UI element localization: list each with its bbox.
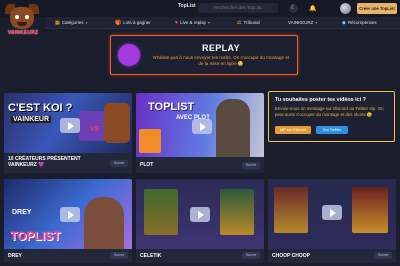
top-bar: TopList ☾ 🔔 Créer une TopList	[0, 0, 400, 17]
follow-button[interactable]: Suivre	[110, 252, 128, 259]
card-title: DREY	[8, 253, 22, 259]
video-thumbnail[interactable]: TOPLIST AVEC PLOT	[136, 93, 264, 157]
thumbnail-title: TOPLIST	[10, 229, 61, 243]
cta-text: Envoie-nous un message sur Discord ou Tw…	[275, 106, 384, 117]
nav-item-vainkeurz[interactable]: VAINKEURZ ▾	[288, 19, 317, 27]
nav-item-label: Tribunal	[243, 20, 260, 25]
replay-banner: REPLAY N'hésite pas à nous envoyer tes r…	[110, 35, 298, 75]
card-info: PLOT Suivre	[136, 157, 264, 173]
card-title: PLOT	[140, 162, 154, 168]
card-info: 10 CRÉATEURS PRÉSENTENT VAINKEURZ 💜 Suiv…	[4, 153, 132, 173]
thumbnail-title: TOPLIST	[148, 101, 195, 113]
nav-item-categories[interactable]: ▦ Catégories ▾	[55, 19, 88, 27]
chevron-down-icon: ▾	[207, 20, 210, 25]
logo-wordmark: VAINKEURZ	[7, 30, 39, 36]
cta-title: Tu souhaites poster tes vidéos ici ?	[275, 97, 366, 103]
video-thumbnail[interactable]: DREY TOPLIST	[4, 179, 132, 249]
site-name[interactable]: TopList	[178, 3, 196, 9]
gift-icon: 🎁	[115, 20, 122, 26]
video-card[interactable]: CELETIK Suivre	[136, 179, 264, 263]
play-icon[interactable]	[192, 119, 212, 134]
nav-item-lots[interactable]: 🎁 Lots à gagner	[115, 19, 151, 27]
replay-title: REPLAY	[201, 43, 241, 53]
play-icon[interactable]	[322, 205, 342, 220]
video-card[interactable]: DREY TOPLIST DREY Suivre	[4, 179, 132, 263]
play-icon[interactable]	[60, 207, 80, 222]
chevron-down-icon: ▾	[315, 20, 318, 25]
thumbnail-title: C'EST KOI ?	[8, 102, 73, 114]
follow-button[interactable]: Suivre	[242, 252, 260, 259]
nav-item-label: Catégories	[61, 20, 84, 25]
cta-box: Tu souhaites poster tes vidéos ici ? Env…	[268, 91, 395, 142]
main-nav: ▦ Catégories ▾ 🎁 Lots à gagner ♥ Live & …	[45, 17, 400, 29]
grid-icon: ▦	[55, 20, 60, 26]
nav-item-label: Lots à gagner	[123, 20, 151, 25]
nav-item-label: Live & replay	[179, 20, 206, 25]
twitter-button[interactable]: Sur Twitter	[316, 126, 348, 134]
thumbnail-subtitle: VAINKEUR	[11, 116, 52, 123]
nav-item-recompenses[interactable]: ◆ Récompenses	[342, 19, 377, 27]
nav-item-tribunal[interactable]: ⚖ Tribunal	[237, 19, 260, 27]
thumbnail-subtitle: DREY	[12, 209, 32, 216]
nav-item-label: Récompenses	[347, 20, 377, 25]
record-icon	[118, 44, 140, 66]
search-input[interactable]	[198, 3, 278, 13]
heart-icon: ♥	[175, 20, 178, 26]
card-title: 10 CRÉATEURS PRÉSENTENT VAINKEURZ 💜	[8, 156, 81, 168]
card-info: CHOOP CHOOP Suivre	[268, 249, 396, 263]
card-info: CELETIK Suivre	[136, 249, 264, 263]
video-card[interactable]: TOPLIST AVEC PLOT PLOT Suivre	[136, 93, 264, 173]
create-toplist-button[interactable]: Créer une TopList	[357, 3, 397, 14]
follow-button[interactable]: Suivre	[374, 252, 392, 259]
play-icon[interactable]	[190, 207, 210, 222]
play-icon[interactable]	[60, 118, 80, 133]
card-title: CHOOP CHOOP	[272, 253, 310, 259]
replay-subtitle: N'hésite pas à nous envoyer tes rushs. O…	[152, 55, 290, 66]
moon-icon[interactable]: ☾	[289, 4, 298, 13]
video-thumbnail[interactable]	[268, 179, 396, 249]
logo[interactable]: VAINKEURZ	[2, 3, 42, 41]
video-thumbnail[interactable]	[136, 179, 264, 249]
card-title: CELETIK	[140, 253, 162, 259]
nav-item-live-replay[interactable]: ♥ Live & replay ▾	[175, 19, 210, 27]
video-thumbnail[interactable]: C'EST KOI ? VAINKEUR VS	[4, 93, 132, 153]
card-info: DREY Suivre	[4, 249, 132, 263]
thumbnail-vs: VS	[90, 126, 100, 133]
follow-button[interactable]: Suivre	[242, 162, 260, 169]
chevron-down-icon: ▾	[85, 20, 88, 25]
diamond-icon: ◆	[342, 20, 346, 26]
nav-item-label: VAINKEURZ	[288, 20, 314, 25]
gavel-icon: ⚖	[237, 20, 242, 26]
bell-icon[interactable]: 🔔	[309, 5, 316, 12]
video-card[interactable]: C'EST KOI ? VAINKEUR VS 10 CRÉATEURS PRÉ…	[4, 93, 132, 173]
discord-button[interactable]: MP sur Discord	[275, 126, 311, 134]
video-card[interactable]: CHOOP CHOOP Suivre	[268, 179, 396, 263]
follow-button[interactable]: Suivre	[110, 160, 128, 167]
avatar[interactable]	[340, 3, 351, 14]
